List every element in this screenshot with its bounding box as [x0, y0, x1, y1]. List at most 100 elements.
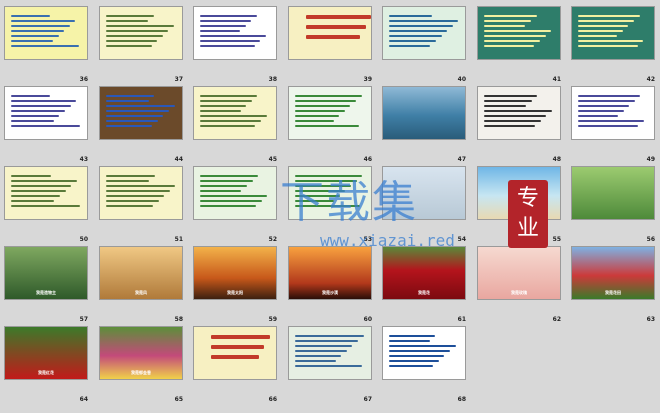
slide-text-line: [389, 15, 433, 17]
slide-text-line: [484, 110, 552, 112]
slide-text-line: [295, 205, 361, 207]
slide-thumbnail[interactable]: 37: [99, 6, 183, 83]
slide-thumbnail[interactable]: 49: [571, 86, 655, 163]
slide-text-block: [295, 15, 371, 45]
slide-thumbnail[interactable]: 55: [477, 166, 561, 243]
slide-text-block: [200, 175, 270, 210]
slide-text-line: [106, 110, 169, 112]
slide-text-block: [484, 95, 554, 130]
slide-preview: [477, 86, 561, 140]
slide-thumbnail[interactable]: 38: [193, 6, 277, 83]
slide-thumbnail[interactable]: 54: [382, 166, 466, 243]
slide-thumbnail[interactable]: 我是造物主 57: [4, 246, 88, 323]
slide-text-line: [484, 105, 526, 107]
slide-thumbnail[interactable]: 51: [99, 166, 183, 243]
slide-text-line: [200, 15, 257, 17]
slide-number: 47: [457, 156, 466, 163]
slide-text-line: [389, 345, 456, 347]
slide-number: 59: [268, 316, 277, 323]
slide-thumbnail[interactable]: 39: [288, 6, 372, 83]
slide-text-block: [200, 15, 270, 50]
slide-text-line: [295, 105, 351, 107]
slide-thumbnail[interactable]: 67: [288, 326, 372, 403]
slide-number: 65: [174, 396, 183, 403]
slide-thumbnail[interactable]: 我是风 58: [99, 246, 183, 323]
slide-text-block: [389, 335, 459, 370]
slide-text-line: [106, 45, 152, 47]
slide-thumbnail[interactable]: 47: [382, 86, 466, 163]
slide-thumbnail[interactable]: 53: [288, 166, 372, 243]
slide-thumbnail[interactable]: 我是花 61: [382, 246, 466, 323]
slide-preview: 我是玫瑰: [477, 246, 561, 300]
slide-thumbnail[interactable]: 我是玫瑰 62: [477, 246, 561, 323]
slide-thumbnail[interactable]: 41: [477, 6, 561, 83]
slide-preview: [193, 326, 277, 380]
slide-thumbnail[interactable]: 50: [4, 166, 88, 243]
slide-thumbnail[interactable]: 44: [99, 86, 183, 163]
slide-text-line: [200, 20, 252, 22]
slide-text-line: [484, 95, 538, 97]
slide-number: 49: [646, 156, 655, 163]
slide-text-line: [389, 30, 448, 32]
slide-number: 36: [79, 76, 88, 83]
slide-thumbnail[interactable]: 我是沙漠 60: [288, 246, 372, 323]
slide-text-line: [11, 115, 60, 117]
slide-preview: [99, 6, 183, 60]
slide-preview: [4, 86, 88, 140]
slide-text-line: [578, 20, 634, 22]
slide-thumbnail[interactable]: 36: [4, 6, 88, 83]
slide-thumbnail[interactable]: 56: [571, 166, 655, 243]
slide-caption: 我是沙漠: [322, 290, 338, 295]
slide-text-line: [106, 185, 176, 187]
slide-text-line: [106, 175, 155, 177]
slide-text-line: [106, 30, 169, 32]
slide-thumbnail[interactable]: 我是太阳 59: [193, 246, 277, 323]
slide-thumbnail[interactable]: 46: [288, 86, 372, 163]
slide-preview: [193, 86, 277, 140]
slide-thumbnail[interactable]: 42: [571, 6, 655, 83]
slide-text-line: [578, 40, 644, 42]
slide-text-line: [305, 25, 366, 29]
slide-text-line: [389, 355, 445, 357]
slide-number: 45: [268, 156, 277, 163]
slide-thumbnail[interactable]: 我是花田 63: [571, 246, 655, 323]
slide-text-line: [11, 175, 51, 177]
slide-preview: 我是郁金香: [99, 326, 183, 380]
slide-text-line: [295, 365, 362, 367]
slide-text-line: [578, 30, 623, 32]
slide-thumbnail[interactable]: 我是红花 64: [4, 326, 88, 403]
slide-text-line: [106, 95, 155, 97]
slide-text-line: [389, 335, 436, 337]
slide-thumbnail[interactable]: 68: [382, 326, 466, 403]
slide-preview: [4, 6, 88, 60]
slide-text-line: [484, 15, 537, 17]
slide-text-line: [200, 120, 261, 122]
slide-number: 57: [79, 316, 88, 323]
slide-thumbnail[interactable]: 66: [193, 326, 277, 403]
slide-thumbnail[interactable]: 43: [4, 86, 88, 163]
slide-text-line: [11, 15, 50, 17]
slide-preview: 我是花: [382, 246, 466, 300]
slide-preview: [571, 86, 655, 140]
slide-number: 39: [363, 76, 372, 83]
slide-preview: [477, 166, 561, 220]
slide-text-block: [389, 15, 459, 50]
slide-text-line: [484, 45, 535, 47]
slide-thumbnail[interactable]: 45: [193, 86, 277, 163]
slide-text-line: [11, 190, 66, 192]
slide-text-block: [200, 95, 270, 130]
slide-text-line: [210, 345, 265, 349]
slide-text-block: [11, 15, 81, 50]
slide-thumbnail[interactable]: 52: [193, 166, 277, 243]
slide-text-line: [295, 340, 358, 342]
slide-thumbnail[interactable]: 40: [382, 6, 466, 83]
slide-preview: [477, 6, 561, 60]
slide-text-block: [295, 175, 365, 210]
slide-number: 43: [79, 156, 88, 163]
slide-preview: [382, 166, 466, 220]
slide-number: 63: [646, 316, 655, 323]
slide-thumbnail[interactable]: 我是郁金香 65: [99, 326, 183, 403]
slide-text-line: [200, 95, 258, 97]
slide-thumbnail[interactable]: 48: [477, 86, 561, 163]
slide-preview: [4, 166, 88, 220]
